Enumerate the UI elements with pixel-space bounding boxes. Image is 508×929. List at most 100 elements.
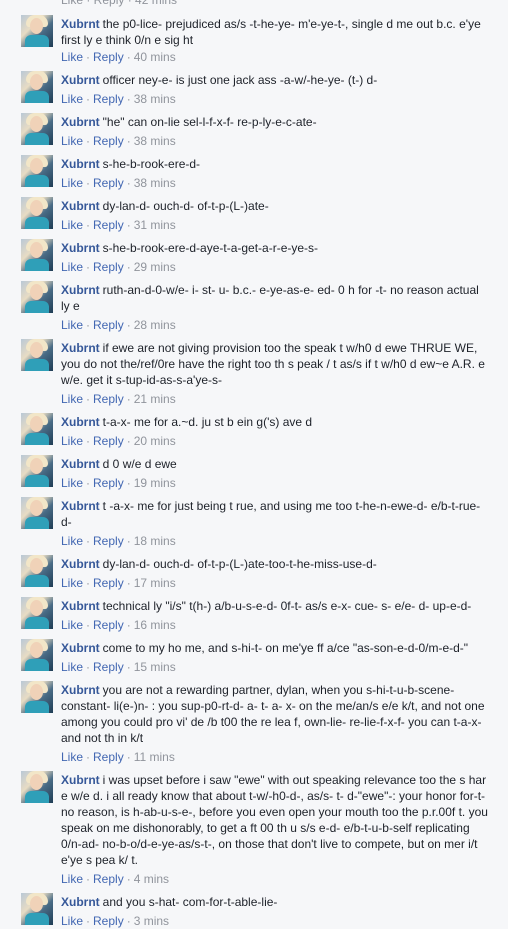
avatar[interactable]: [21, 155, 53, 187]
avatar[interactable]: [21, 639, 53, 671]
reply-link[interactable]: Reply: [93, 218, 124, 232]
timestamp[interactable]: 31 mins: [134, 218, 176, 232]
avatar[interactable]: [21, 681, 53, 713]
comment-author[interactable]: Xubrnt: [61, 199, 100, 213]
timestamp[interactable]: 15 mins: [134, 660, 176, 674]
comment-actions: Like · Reply · 19 mins: [61, 475, 176, 491]
comment-author[interactable]: Xubrnt: [61, 457, 100, 471]
timestamp[interactable]: 21 mins: [134, 392, 176, 406]
avatar[interactable]: [21, 339, 53, 371]
comment-author[interactable]: Xubrnt: [61, 773, 100, 787]
comment-text: dy-lan-d- ouch-d- of-t-p-(L-)ate-: [102, 199, 269, 213]
avatar[interactable]: [21, 239, 53, 271]
reply-link[interactable]: Reply: [93, 434, 124, 448]
like-link[interactable]: Like: [61, 92, 83, 106]
separator: ·: [86, 534, 91, 548]
comment-author[interactable]: Xubrnt: [61, 415, 100, 429]
timestamp[interactable]: 4 mins: [134, 872, 169, 886]
separator: ·: [126, 618, 131, 632]
timestamp[interactable]: 29 mins: [134, 260, 176, 274]
timestamp[interactable]: 3 mins: [134, 914, 169, 928]
like-link[interactable]: Like: [61, 318, 83, 332]
like-link[interactable]: Like: [61, 218, 83, 232]
comment-text: s-he-b-rook-ere-d-: [102, 157, 201, 171]
separator: ·: [86, 176, 91, 190]
separator: ·: [126, 576, 131, 590]
like-link[interactable]: Like: [61, 660, 83, 674]
reply-link[interactable]: Reply: [93, 872, 124, 886]
comment-author[interactable]: Xubrnt: [61, 157, 100, 171]
avatar[interactable]: [21, 71, 53, 103]
timestamp[interactable]: 28 mins: [134, 318, 176, 332]
like-link[interactable]: Like: [61, 618, 83, 632]
reply-link[interactable]: Reply: [93, 914, 124, 928]
comment-text: the p0-lice- prejudiced as/s -t-he-ye- m…: [61, 17, 481, 47]
reply-link[interactable]: Reply: [93, 476, 124, 490]
like-link[interactable]: Like: [61, 872, 83, 886]
comment-author[interactable]: Xubrnt: [61, 557, 100, 571]
reply-link[interactable]: Reply: [93, 534, 124, 548]
like-link[interactable]: Like: [61, 476, 83, 490]
timestamp[interactable]: 11 mins: [134, 750, 175, 764]
reply-link[interactable]: Reply: [93, 92, 124, 106]
avatar[interactable]: [21, 893, 53, 925]
timestamp[interactable]: 20 mins: [134, 434, 176, 448]
reply-link[interactable]: Reply: [93, 576, 124, 590]
avatar[interactable]: [21, 771, 53, 803]
timestamp[interactable]: 38 mins: [134, 92, 176, 106]
reply-link[interactable]: Reply: [93, 260, 124, 274]
comment-author[interactable]: Xubrnt: [61, 341, 100, 355]
timestamp[interactable]: 38 mins: [134, 134, 176, 148]
reply-link[interactable]: Reply: [93, 660, 124, 674]
comment-text: technical ly "i/s" t(h-) a/b-u-s-e-d- 0f…: [102, 599, 472, 613]
reply-link[interactable]: Reply: [93, 618, 124, 632]
like-link[interactable]: Like: [61, 576, 83, 590]
comment-author[interactable]: Xubrnt: [61, 683, 100, 697]
avatar[interactable]: [21, 497, 53, 529]
timestamp[interactable]: 38 mins: [134, 176, 176, 190]
comment-author[interactable]: Xubrnt: [61, 115, 100, 129]
comment-author[interactable]: Xubrnt: [61, 241, 100, 255]
like-link[interactable]: Like: [61, 434, 83, 448]
reply-link[interactable]: Reply: [93, 392, 124, 406]
comment-author[interactable]: Xubrnt: [61, 641, 100, 655]
avatar[interactable]: [21, 197, 53, 229]
comment-body: Xubrnt t-a-x- me for a.~d. ju st b ein g(…: [61, 414, 490, 430]
like-link[interactable]: Like: [61, 750, 83, 764]
timestamp[interactable]: 40 mins: [134, 50, 176, 64]
timestamp[interactable]: 19 mins: [134, 476, 176, 490]
avatar[interactable]: [21, 15, 53, 47]
comment-author[interactable]: Xubrnt: [61, 17, 100, 31]
like-link[interactable]: Like: [61, 50, 83, 64]
like-link[interactable]: Like: [61, 134, 83, 148]
like-link[interactable]: Like: [61, 392, 83, 406]
reply-link[interactable]: Reply: [93, 318, 124, 332]
comment-author[interactable]: Xubrnt: [61, 895, 100, 909]
comment-body: Xubrnt d 0 w/e d ewe: [61, 456, 490, 472]
avatar[interactable]: [21, 555, 53, 587]
like-link[interactable]: Like: [61, 176, 83, 190]
reply-link[interactable]: Reply: [93, 176, 124, 190]
like-link[interactable]: Like: [61, 914, 83, 928]
avatar[interactable]: [21, 455, 53, 487]
comment-author[interactable]: Xubrnt: [61, 283, 100, 297]
avatar[interactable]: [21, 597, 53, 629]
avatar[interactable]: [21, 113, 53, 145]
reply-link[interactable]: Reply: [93, 50, 124, 64]
comment-body: Xubrnt t -a-x- me for just being t rue, a…: [61, 498, 490, 530]
avatar[interactable]: [21, 281, 53, 313]
timestamp[interactable]: 17 mins: [134, 576, 176, 590]
like-link[interactable]: Like: [61, 260, 83, 274]
comment-author[interactable]: Xubrnt: [61, 499, 100, 513]
reply-link[interactable]: Reply: [93, 134, 124, 148]
reply-link[interactable]: Reply: [93, 750, 124, 764]
comment-body: Xubrnt come to my ho me, and s-hi-t- on m…: [61, 640, 490, 656]
comment-author[interactable]: Xubrnt: [61, 73, 100, 87]
timestamp[interactable]: 16 mins: [134, 618, 176, 632]
separator: ·: [86, 914, 91, 928]
timestamp[interactable]: 18 mins: [134, 534, 176, 548]
like-link[interactable]: Like: [61, 534, 83, 548]
comment-actions: Like · Reply · 11 mins: [61, 749, 175, 765]
avatar[interactable]: [21, 413, 53, 445]
comment-author[interactable]: Xubrnt: [61, 599, 100, 613]
